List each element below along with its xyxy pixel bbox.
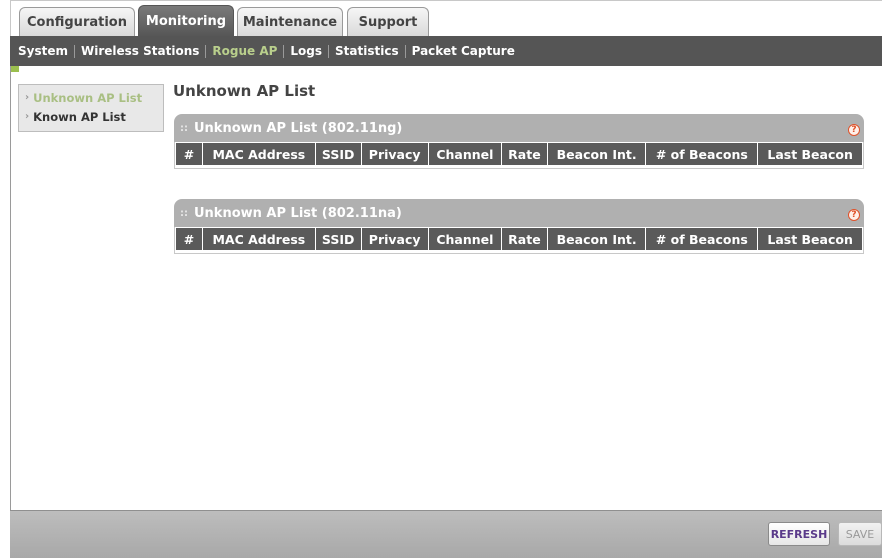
subnav-packet-capture[interactable]: Packet Capture — [406, 44, 521, 58]
col-ssid[interactable]: SSID — [315, 228, 361, 250]
tab-monitoring[interactable]: Monitoring — [138, 5, 234, 37]
panel-body: # MAC Address SSID Privacy Channel Rate … — [174, 227, 864, 254]
col-ssid[interactable]: SSID — [315, 143, 361, 165]
sub-nav-bar: System Wireless Stations Rogue AP Logs S… — [10, 36, 882, 66]
panel-body: # MAC Address SSID Privacy Channel Rate … — [174, 142, 864, 169]
panel-header: :: Unknown AP List (802.11ng) — [174, 114, 864, 142]
footer-bar: REFRESH SAVE — [10, 510, 882, 558]
refresh-button[interactable]: REFRESH — [768, 522, 830, 546]
tab-maintenance[interactable]: Maintenance — [237, 7, 343, 37]
tab-support[interactable]: Support — [347, 7, 429, 37]
sidenav-item-label: Known AP List — [33, 109, 126, 124]
subnav-wireless-stations[interactable]: Wireless Stations — [75, 44, 205, 58]
tab-configuration[interactable]: Configuration — [19, 7, 135, 37]
panel-title: Unknown AP List (802.11na) — [194, 205, 402, 221]
table-header-row: # MAC Address SSID Privacy Channel Rate … — [176, 143, 862, 165]
col-mac-address[interactable]: MAC Address — [203, 228, 315, 250]
col-last-beacon[interactable]: Last Beacon — [758, 228, 862, 250]
ap-table: # MAC Address SSID Privacy Channel Rate … — [175, 142, 863, 166]
main-tab-bar: Configuration Monitoring Maintenance Sup… — [10, 0, 882, 37]
sidenav-item-known-ap-list[interactable]: › Known AP List — [19, 108, 163, 125]
help-icon[interactable]: ? — [848, 124, 860, 136]
panel-title: Unknown AP List (802.11ng) — [194, 120, 403, 136]
col-num-beacons[interactable]: # of Beacons — [646, 228, 758, 250]
col-rate[interactable]: Rate — [501, 228, 547, 250]
col-privacy[interactable]: Privacy — [361, 228, 428, 250]
side-nav: › Unknown AP List › Known AP List — [18, 84, 164, 132]
save-button[interactable]: SAVE — [838, 522, 882, 546]
grip-icon: :: — [180, 122, 188, 134]
col-number[interactable]: # — [176, 143, 202, 165]
sidenav-item-label: Unknown AP List — [33, 90, 143, 105]
content-frame: › Unknown AP List › Known AP List Unknow… — [10, 66, 882, 510]
chevron-right-icon: › — [25, 111, 30, 122]
accent-marker — [11, 66, 19, 72]
sidenav-item-unknown-ap-list[interactable]: › Unknown AP List — [19, 89, 163, 106]
subnav-statistics[interactable]: Statistics — [329, 44, 405, 58]
col-last-beacon[interactable]: Last Beacon — [758, 143, 862, 165]
ap-table: # MAC Address SSID Privacy Channel Rate … — [175, 227, 863, 251]
col-number[interactable]: # — [176, 228, 202, 250]
help-icon[interactable]: ? — [848, 209, 860, 221]
col-num-beacons[interactable]: # of Beacons — [646, 143, 758, 165]
col-channel[interactable]: Channel — [428, 143, 501, 165]
col-mac-address[interactable]: MAC Address — [203, 143, 315, 165]
subnav-rogue-ap[interactable]: Rogue AP — [206, 44, 283, 58]
col-privacy[interactable]: Privacy — [361, 143, 428, 165]
col-rate[interactable]: Rate — [501, 143, 547, 165]
table-header-row: # MAC Address SSID Privacy Channel Rate … — [176, 228, 862, 250]
grip-icon: :: — [180, 207, 188, 219]
col-channel[interactable]: Channel — [428, 228, 501, 250]
col-beacon-int[interactable]: Beacon Int. — [547, 143, 646, 165]
col-beacon-int[interactable]: Beacon Int. — [547, 228, 646, 250]
unknown-ap-panel-na: :: Unknown AP List (802.11na) ? # MAC Ad… — [174, 199, 864, 254]
subnav-system[interactable]: System — [12, 44, 74, 58]
page-title: Unknown AP List — [173, 82, 316, 100]
panel-header: :: Unknown AP List (802.11na) — [174, 199, 864, 227]
subnav-logs[interactable]: Logs — [284, 44, 328, 58]
unknown-ap-panel-ng: :: Unknown AP List (802.11ng) ? # MAC Ad… — [174, 114, 864, 169]
chevron-right-icon: › — [25, 92, 30, 103]
